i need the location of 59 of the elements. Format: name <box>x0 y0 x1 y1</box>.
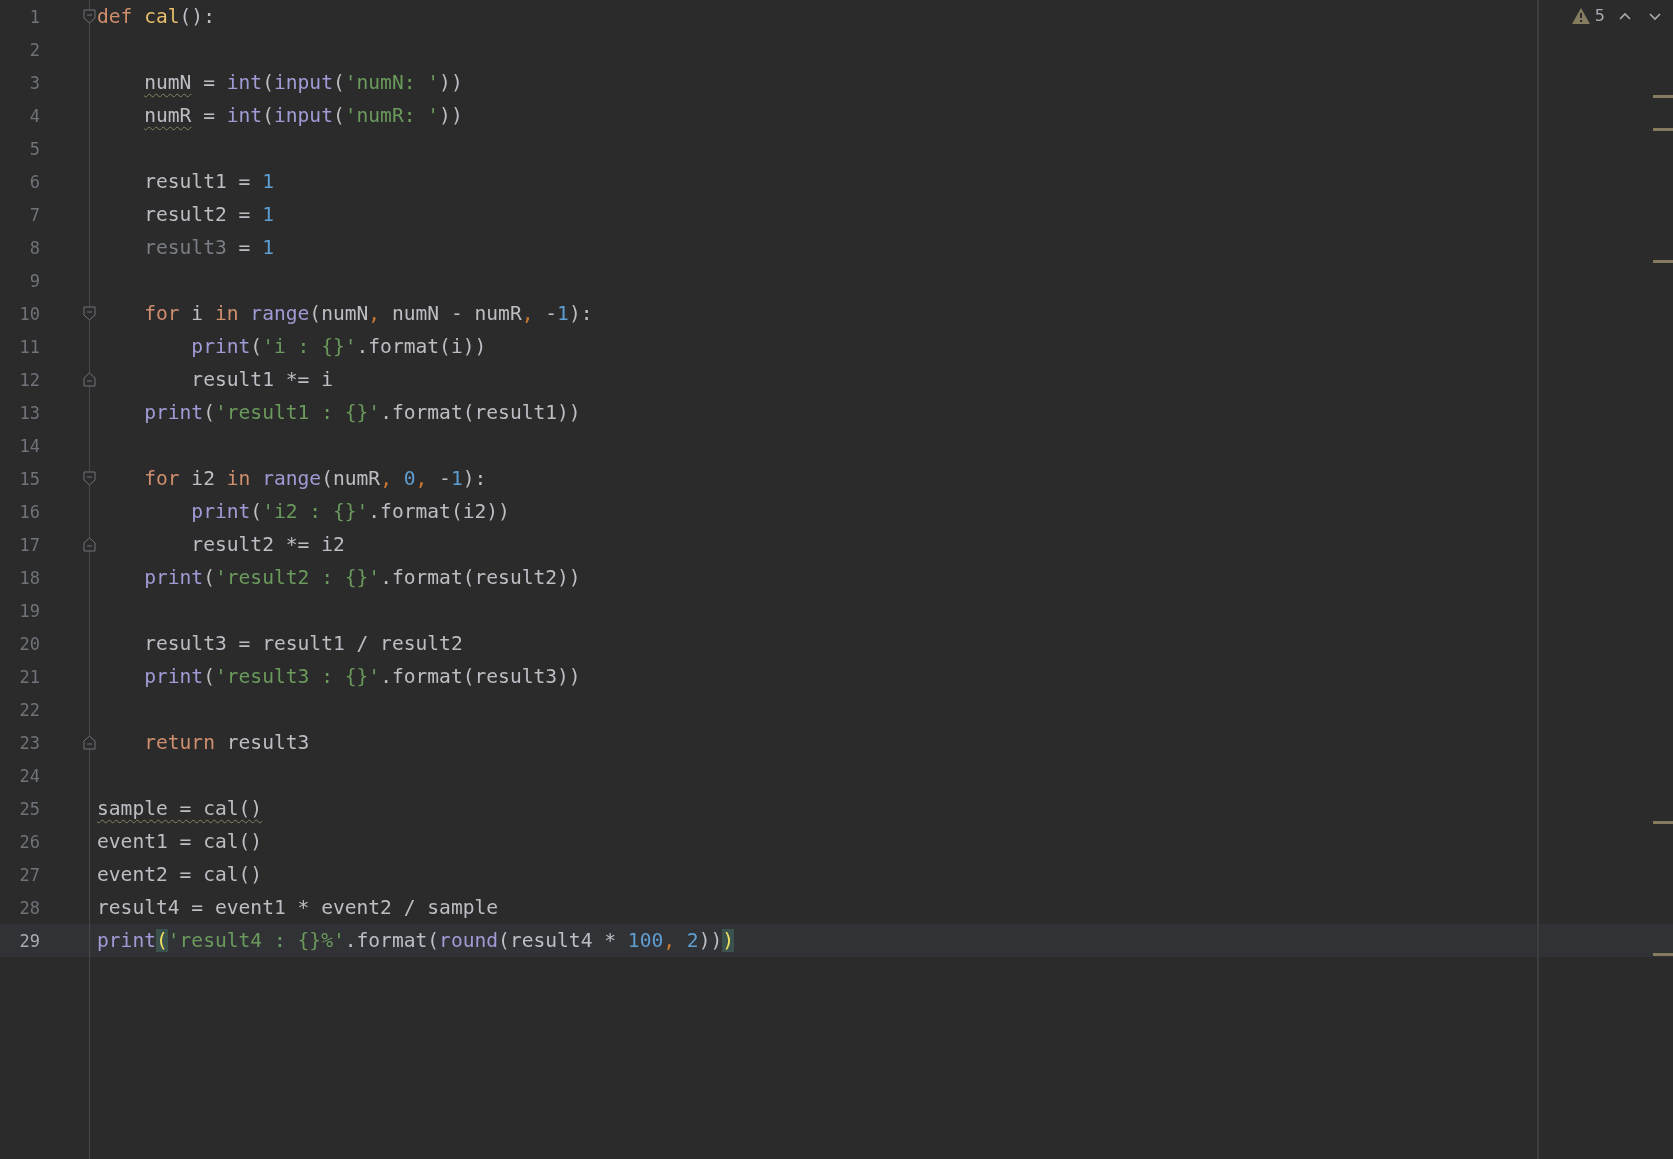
warning-icon <box>1571 7 1590 24</box>
code-line: numR = int(input('numR: ')) <box>143 104 464 127</box>
line-number: 12 <box>18 369 40 390</box>
line-number: 14 <box>18 435 40 456</box>
code-line: result2 = 1 <box>143 203 275 226</box>
code-line: print('result2 : {}'.format(result2)) <box>143 566 582 589</box>
code-line: def cal(): <box>96 5 216 28</box>
line-number: 7 <box>28 204 40 225</box>
line-number: 17 <box>18 534 40 555</box>
code-line: result3 = 1 <box>143 236 275 259</box>
code-line: event1 = cal() <box>96 830 264 853</box>
line-number: 22 <box>18 699 40 720</box>
line-number: 24 <box>18 765 40 786</box>
fold-icon[interactable] <box>82 372 96 387</box>
line-number: 9 <box>28 270 40 291</box>
line-number: 2 <box>28 39 40 60</box>
code-line: print('result3 : {}'.format(result3)) <box>143 665 582 688</box>
code-line: result4 = event1 * event2 / sample <box>96 896 500 919</box>
code-line: event2 = cal() <box>96 863 264 886</box>
code-line: for i in range(numN, numN - numR, -1): <box>143 302 594 325</box>
line-number: 20 <box>18 633 40 654</box>
code-line: result2 *= i2 <box>190 533 346 556</box>
line-number: 4 <box>28 105 40 126</box>
line-number: 1 <box>28 6 40 27</box>
code-line: print('i : {}'.format(i)) <box>190 335 488 358</box>
code-line: print('result4 : {}%'.format(round(result4 * 100, 2))) <box>96 929 736 952</box>
fold-icon[interactable] <box>82 537 96 552</box>
line-number: 11 <box>18 336 40 357</box>
code-line: result1 *= i <box>190 368 334 391</box>
code-line: print('i2 : {}'.format(i2)) <box>190 500 511 523</box>
line-number: 26 <box>18 831 40 852</box>
line-number: 28 <box>18 897 40 918</box>
line-number: 3 <box>28 72 40 93</box>
warning-counter[interactable]: 5 <box>1571 6 1605 25</box>
code-line: result3 = result1 / result2 <box>143 632 464 655</box>
fold-icon[interactable] <box>82 306 96 321</box>
code-line: sample = cal() <box>96 797 264 820</box>
line-number: 25 <box>18 798 40 819</box>
fold-icon[interactable] <box>82 735 96 750</box>
line-number: 15 <box>18 468 40 489</box>
line-number: 5 <box>28 138 40 159</box>
code-line: return result3 <box>143 731 311 754</box>
line-number: 6 <box>28 171 40 192</box>
code-line: print('result1 : {}'.format(result1)) <box>143 401 582 424</box>
fold-icon[interactable] <box>82 471 96 486</box>
line-number: 16 <box>18 501 40 522</box>
line-number: 21 <box>18 666 40 687</box>
code-line: result1 = 1 <box>143 170 275 193</box>
code-line: numN = int(input('numN: ')) <box>143 71 464 94</box>
line-number: 27 <box>18 864 40 885</box>
line-number: 19 <box>18 600 40 621</box>
line-number: 18 <box>18 567 40 588</box>
line-number: 10 <box>18 303 40 324</box>
line-number: 23 <box>18 732 40 753</box>
line-number: 8 <box>28 237 40 258</box>
line-number: 13 <box>18 402 40 423</box>
line-number: 29 <box>18 930 40 951</box>
code-line: for i2 in range(numR, 0, -1): <box>143 467 488 490</box>
fold-icon[interactable] <box>82 9 96 24</box>
